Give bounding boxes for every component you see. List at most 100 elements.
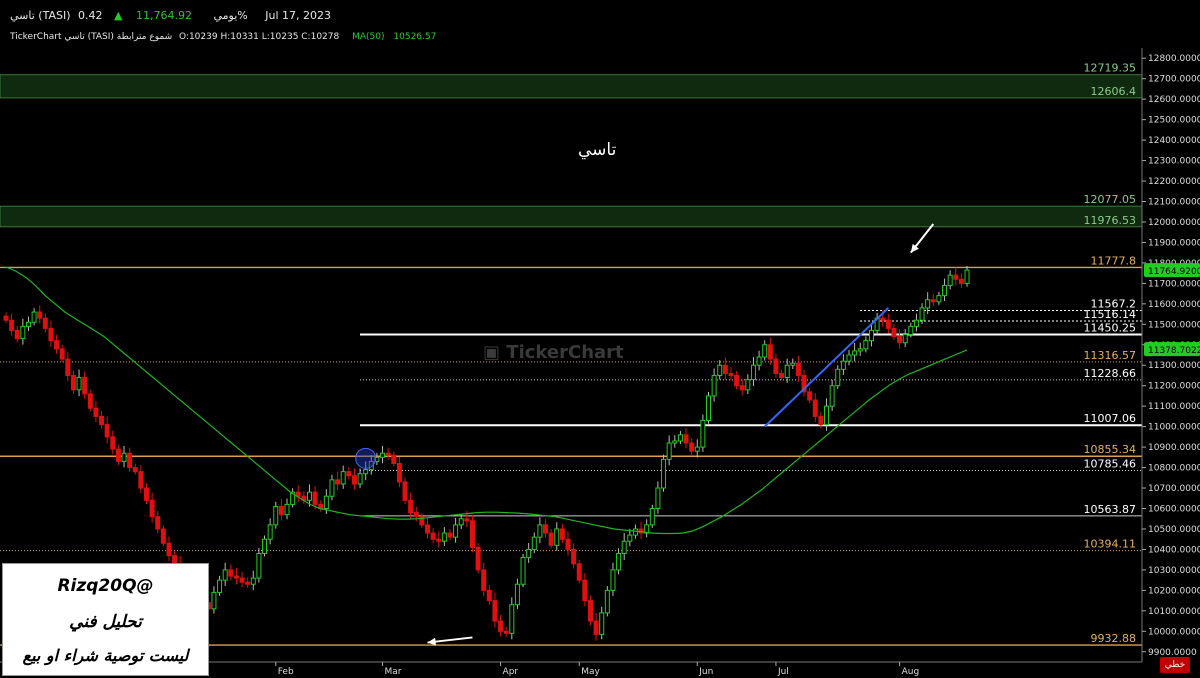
candle-body	[346, 471, 352, 477]
candle-body	[121, 452, 127, 462]
candle	[627, 528, 633, 547]
brand-watermark: ▣ TickerChart	[483, 342, 624, 363]
y-tick-label: 11900.0000	[1148, 238, 1200, 248]
candle-body	[885, 319, 891, 329]
y-tick-label: 11000.0000	[1148, 423, 1200, 433]
candle	[554, 522, 560, 551]
y-tick-label: 10800.0000	[1148, 464, 1200, 474]
candle-body	[245, 581, 251, 585]
candle-body	[554, 528, 560, 546]
candle-body	[604, 589, 610, 614]
candle-body	[132, 467, 138, 473]
candle-body	[829, 385, 835, 407]
level-label: 11516.14	[1084, 308, 1137, 321]
candle-body	[273, 505, 279, 526]
candle-body	[233, 575, 239, 579]
candle-body	[110, 436, 116, 450]
level-label: 9932.88	[1091, 632, 1137, 645]
candle	[278, 498, 284, 521]
chart-type-button[interactable]: خطي	[1160, 657, 1190, 673]
candle-body	[812, 399, 818, 417]
candle	[655, 481, 661, 514]
candle-body	[559, 528, 565, 540]
candle-body	[840, 360, 846, 370]
candle-body	[593, 620, 599, 635]
candle-body	[475, 546, 481, 571]
y-tick-label: 12800.0000	[1148, 54, 1200, 64]
candle-body	[526, 548, 532, 559]
candle	[115, 444, 121, 466]
y-tick-label: 12100.0000	[1148, 198, 1200, 208]
level-label: 12077.05	[1084, 193, 1137, 206]
x-tick-label: Aug	[902, 667, 920, 677]
candle	[486, 585, 492, 605]
level-label: 10785.46	[1084, 458, 1137, 471]
candle-body	[880, 317, 886, 321]
candle-body	[87, 393, 93, 409]
last-price: 11,764.92	[135, 9, 192, 22]
candle	[211, 586, 217, 614]
level-label: 12719.35	[1084, 62, 1137, 75]
candle-body	[453, 524, 459, 538]
candle	[441, 527, 447, 546]
candle	[767, 337, 773, 365]
candle	[233, 567, 239, 585]
candle	[930, 294, 936, 307]
level-label: 11316.57	[1084, 349, 1137, 362]
candle-body	[857, 348, 863, 352]
candle	[481, 562, 487, 597]
candle-body	[739, 385, 745, 391]
candle-body	[824, 405, 830, 426]
candle-body	[278, 505, 284, 516]
candle-body	[76, 377, 82, 391]
candle-body	[717, 364, 723, 376]
candle-body	[666, 442, 672, 460]
candle	[672, 435, 678, 448]
candle	[728, 367, 734, 381]
x-tick-label: May	[581, 667, 600, 677]
candle-body	[548, 532, 554, 546]
candle-body	[115, 448, 121, 462]
candle	[784, 358, 790, 383]
candle	[250, 570, 256, 591]
candle	[649, 504, 655, 528]
candle-body	[425, 524, 430, 534]
level-label: 11007.06	[1084, 412, 1137, 425]
candle	[576, 559, 582, 584]
candle	[565, 531, 571, 556]
candle	[897, 329, 903, 349]
candle	[65, 352, 71, 382]
candle	[9, 313, 15, 336]
candle-body	[149, 499, 155, 518]
candle	[700, 414, 706, 452]
candle-body	[329, 479, 335, 497]
candle-body	[694, 446, 700, 452]
candle	[604, 586, 610, 617]
candle-body	[144, 487, 149, 501]
candle-body	[37, 311, 43, 319]
candle-body	[306, 491, 312, 501]
candle-body	[166, 542, 172, 557]
candle-body	[262, 538, 268, 555]
candle-body	[942, 284, 948, 297]
y-tick-label: 12300.0000	[1148, 157, 1200, 167]
candle-body	[239, 577, 245, 583]
candle	[239, 571, 245, 588]
candle-body	[734, 374, 740, 387]
y-tick-label: 11600.0000	[1148, 300, 1200, 310]
price-tag-label: 11764.9200	[1148, 267, 1200, 277]
candle	[593, 613, 599, 641]
candle	[644, 519, 650, 538]
y-tick-label: 10300.0000	[1148, 566, 1200, 576]
disclaimer-label: ليست توصية شراء او بيع	[22, 646, 189, 665]
candle-body	[217, 579, 223, 593]
candle	[958, 273, 964, 289]
candle	[621, 533, 627, 561]
candle	[790, 358, 796, 369]
candle	[717, 360, 723, 380]
candle	[408, 492, 414, 519]
candle-body	[925, 299, 931, 309]
candle	[351, 468, 357, 490]
y-tick-label: 11500.0000	[1148, 320, 1200, 330]
candle	[453, 517, 459, 543]
